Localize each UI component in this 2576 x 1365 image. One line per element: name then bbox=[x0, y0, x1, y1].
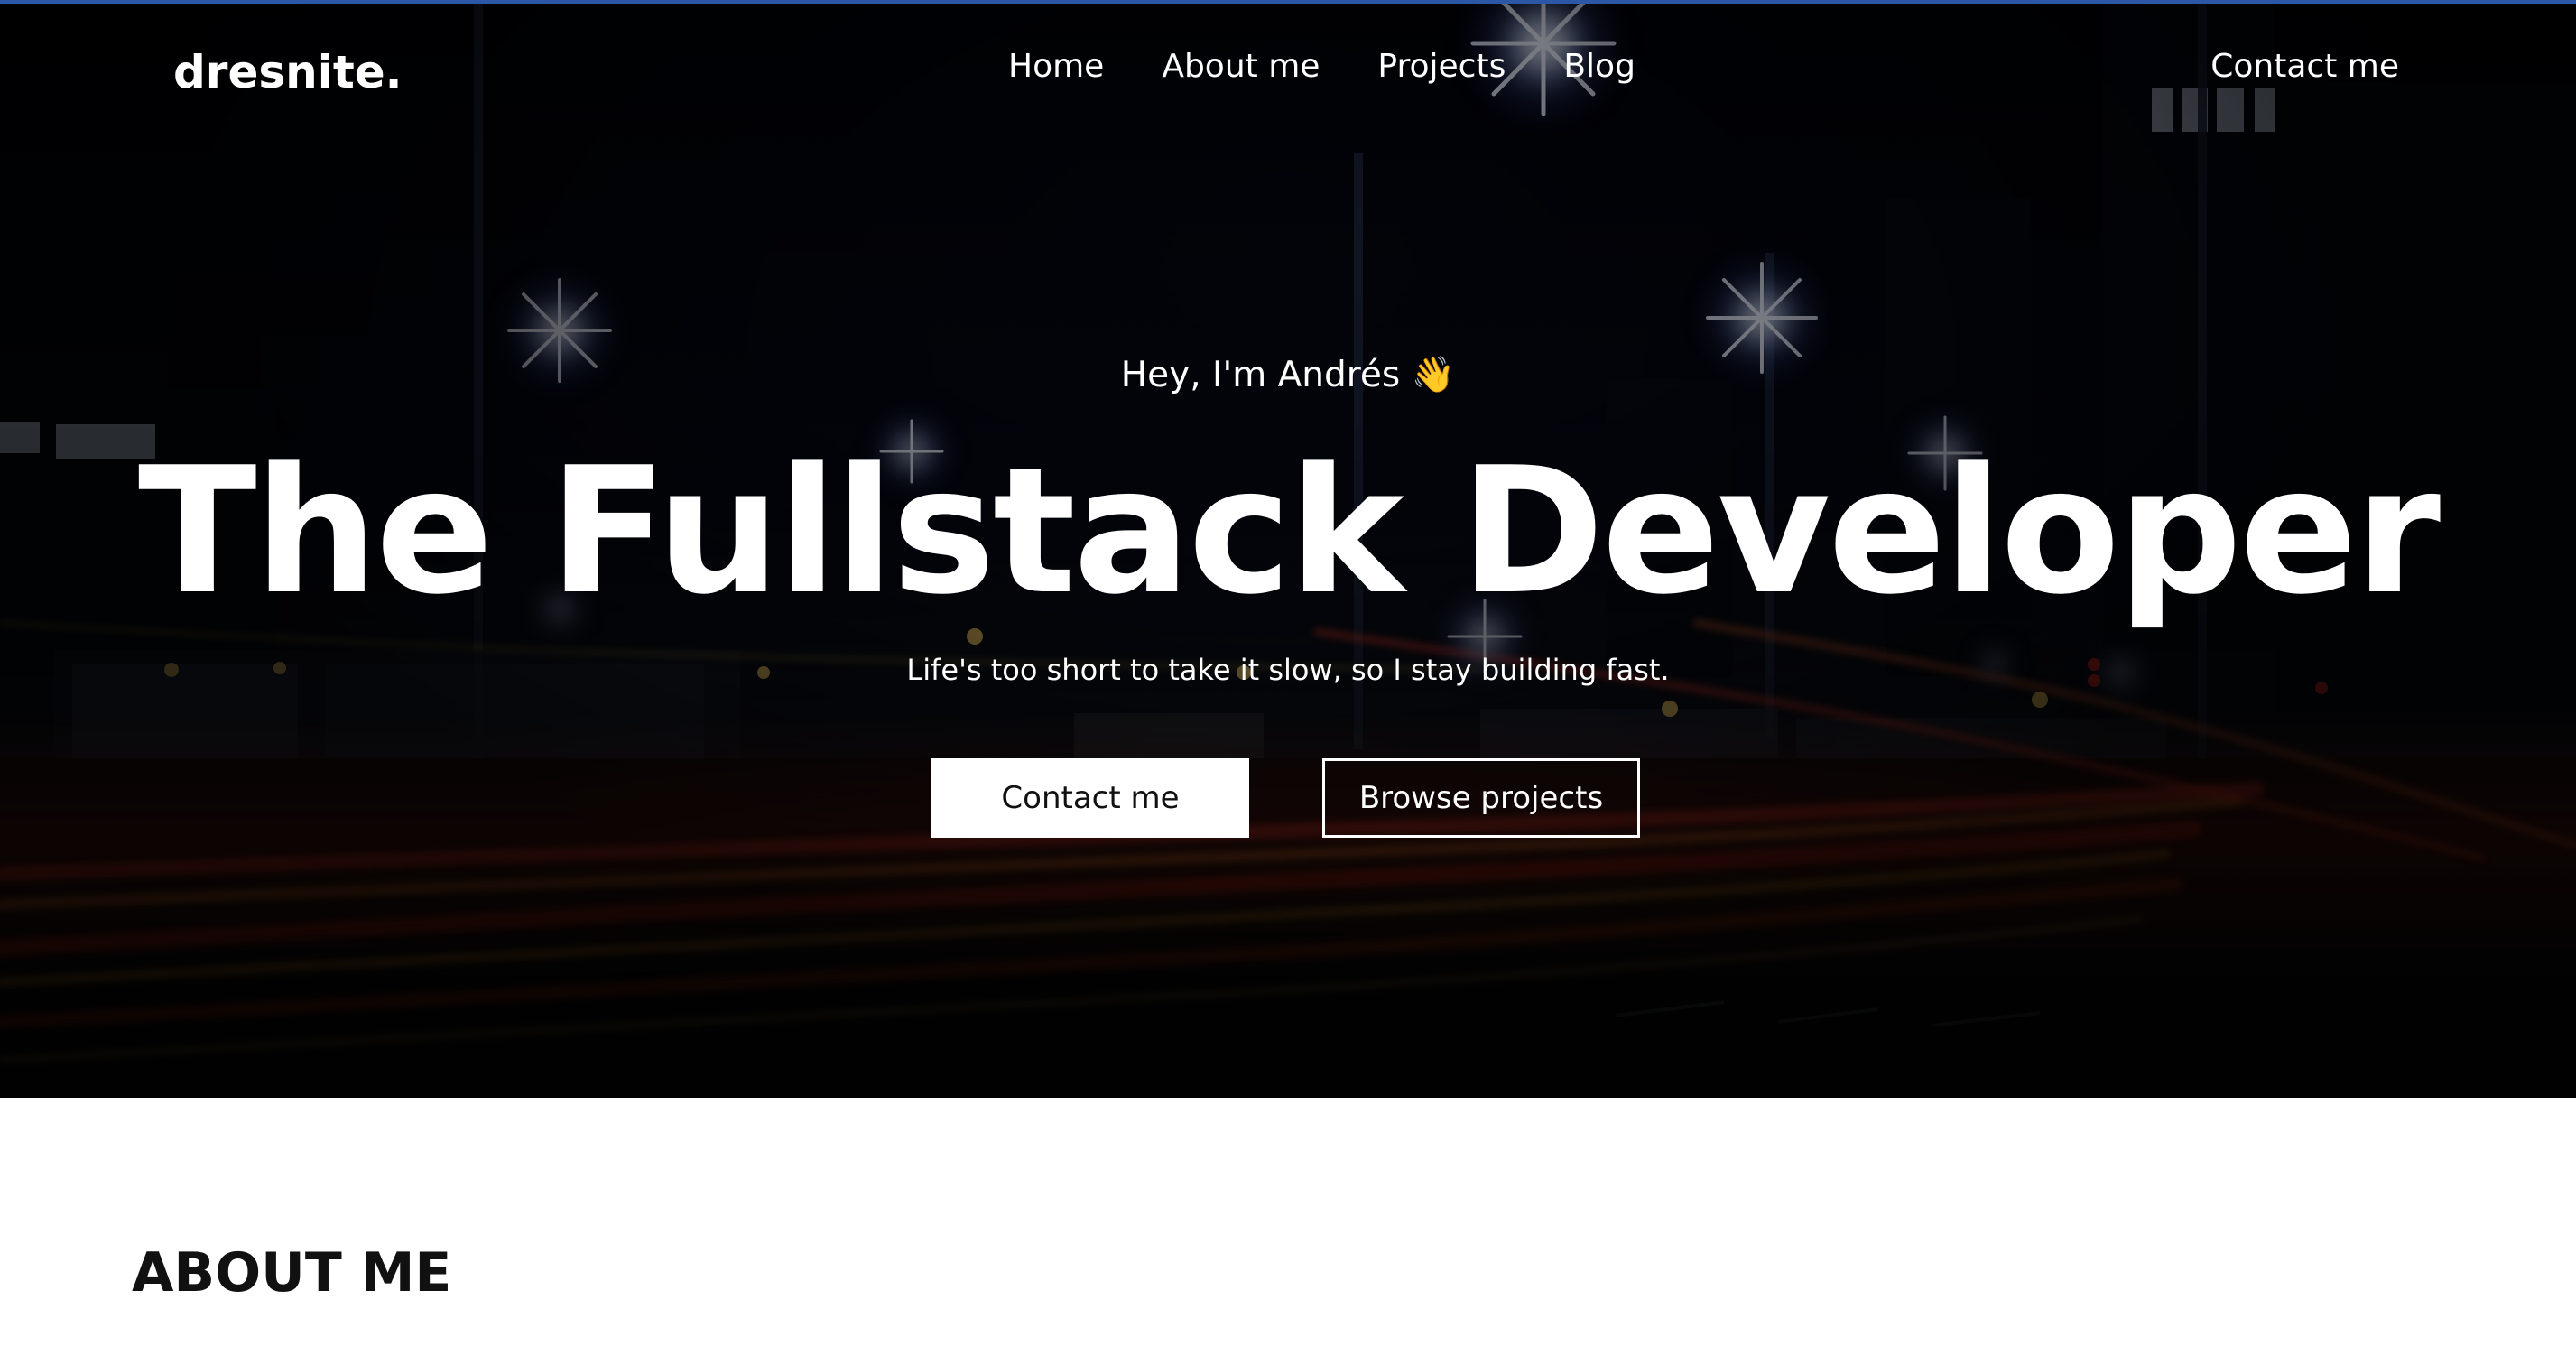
hero-tagline: Life's too short to take it slow, so I s… bbox=[906, 653, 1670, 687]
browse-projects-button[interactable]: Browse projects bbox=[1322, 758, 1640, 838]
hero-title: The Fullstack Developer bbox=[137, 430, 2441, 633]
top-accent-bar bbox=[0, 0, 2576, 4]
contact-button[interactable]: Contact me bbox=[931, 758, 1249, 838]
about-section-title: ABOUT ME bbox=[132, 1241, 452, 1305]
hero-greeting: Hey, I'm Andrés 👋 bbox=[1120, 355, 1456, 395]
hero-content: Hey, I'm Andrés 👋 The Fullstack Develope… bbox=[0, 0, 2576, 1098]
portfolio-page: dresnite. Home About me Projects Blog Co… bbox=[0, 0, 2576, 1365]
hero-section: dresnite. Home About me Projects Blog Co… bbox=[0, 0, 2576, 1098]
